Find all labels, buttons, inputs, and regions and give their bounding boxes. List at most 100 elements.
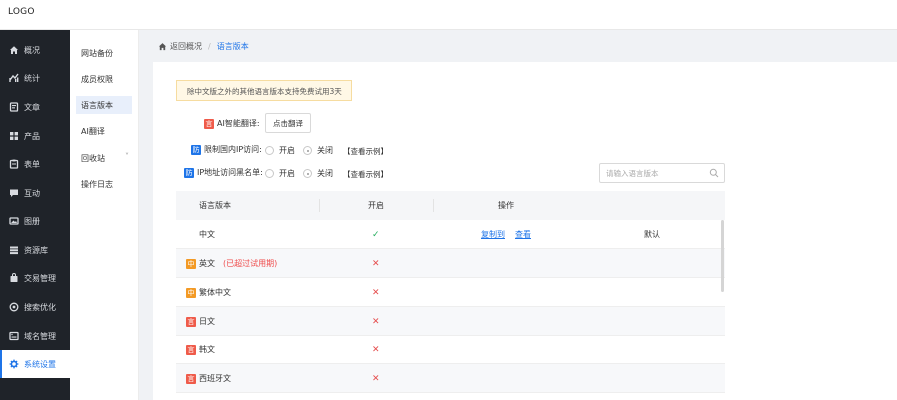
table-row: 言 西班牙文 ✕ [176, 364, 725, 393]
radio-circle-icon [265, 169, 274, 178]
sidebar-item-overview[interactable]: 概况 [0, 36, 70, 64]
radio-circle-icon [303, 169, 312, 178]
column-header-language: 语言版本 [199, 201, 231, 210]
shield-badge-icon: 防 [191, 144, 201, 155]
subnav-item-logs[interactable]: 操作日志 [76, 175, 132, 193]
column-header-enabled: 开启 [368, 201, 384, 210]
table-row: 中 英文 (已超过试用期) ✕ [176, 249, 725, 278]
radio-circle-icon [303, 146, 312, 155]
form-icon [9, 159, 19, 169]
sidebar-item-product[interactable]: 产品 [0, 122, 70, 150]
language-table: 语言版本 开启 操作 中文 ✓ 复制到 查看 默认 中 英文 (已超过试用期) … [176, 191, 725, 400]
breadcrumb-current: 语言版本 [216, 41, 249, 51]
sidebar-item-label: 统计 [24, 73, 40, 83]
language-search [599, 163, 725, 183]
trade-icon [9, 273, 19, 283]
column-header-actions: 操作 [498, 201, 514, 210]
ip-blacklist-on-radio[interactable]: 开启 [265, 168, 295, 179]
ip-limit-example-link[interactable]: 【查看示例】 [343, 146, 388, 157]
search-input[interactable] [600, 164, 704, 182]
sidebar-item-resources[interactable]: 资源库 [0, 236, 70, 264]
table-header: 语言版本 开启 操作 [176, 191, 725, 220]
column-divider [319, 199, 320, 212]
subnav-item-language[interactable]: 语言版本 [76, 96, 132, 114]
column-divider [433, 199, 434, 212]
view-link[interactable]: 查看 [515, 229, 531, 240]
breadcrumb-separator: / [208, 41, 211, 51]
language-cell: 中 英文 (已超过试用期) [186, 249, 277, 278]
language-badge-icon: 言 [186, 344, 196, 355]
product-icon [9, 131, 19, 141]
article-icon [9, 102, 19, 112]
copy-to-link[interactable]: 复制到 [481, 229, 505, 240]
sidebar-item-trade[interactable]: 交易管理 [0, 264, 70, 292]
language-badge-icon: 中 [186, 258, 196, 269]
subnav-item-members[interactable]: 成员权限 [76, 70, 132, 88]
trial-notice: 除中文版之外的其他语言版本支持免费试用3天 [176, 80, 352, 101]
subnav-item-backup[interactable]: 网站备份 [76, 44, 132, 62]
radio-label: 开启 [279, 146, 295, 155]
sidebar-item-album[interactable]: 图册 [0, 207, 70, 235]
ip-limit-on-radio[interactable]: 开启 [265, 145, 295, 156]
stats-icon [9, 73, 19, 83]
sidebar-item-label: 概况 [24, 45, 40, 55]
subnav-item-ai-translate[interactable]: AI翻译 [76, 122, 132, 140]
table-row: 中文 ✓ 复制到 查看 默认 [176, 220, 725, 249]
radio-label: 开启 [279, 169, 295, 178]
ai-translate-text: AI智能翻译: [217, 119, 260, 128]
sidebar-item-interaction[interactable]: 互动 [0, 179, 70, 207]
default-label: 默认 [644, 230, 660, 239]
sidebar-item-form[interactable]: 表单 [0, 150, 70, 178]
sidebar-item-article[interactable]: 文章 [0, 93, 70, 121]
language-name: 繁体中文 [199, 288, 231, 297]
sidebar-item-label: 域名管理 [24, 331, 56, 341]
ip-blacklist-text: IP地址访问黑名单: [197, 168, 263, 177]
sidebar-item-label: 表单 [24, 159, 40, 169]
gear-icon [9, 359, 19, 369]
ip-limit-off-radio[interactable]: 关闭 [303, 145, 333, 156]
sidebar-item-label: 图册 [24, 216, 40, 226]
breadcrumb-back-link[interactable]: 返回概况 [170, 41, 202, 52]
sidebar-item-domain[interactable]: 域名管理 [0, 322, 70, 350]
check-icon: ✓ [372, 229, 380, 240]
table-scrollbar[interactable] [721, 220, 724, 292]
subnav-item-recycle-bin[interactable]: 回收站 ˅ [76, 149, 132, 167]
logo: LOGO [8, 7, 35, 17]
language-name: 中文 [199, 230, 215, 239]
seo-icon [9, 302, 19, 312]
close-icon: ✕ [372, 344, 380, 355]
breadcrumb: 返回概况 / 语言版本 [158, 40, 249, 52]
translate-button[interactable]: 点击翻译 [265, 113, 311, 133]
ip-blacklist-example-link[interactable]: 【查看示例】 [343, 169, 388, 180]
sidebar-item-system-settings[interactable]: 系统设置 [0, 350, 70, 378]
ip-limit-label: 防 限制国内IP访问: [191, 144, 262, 155]
ip-blacklist-off-radio[interactable]: 关闭 [303, 168, 333, 179]
sidebar-item-label: 产品 [24, 131, 40, 141]
language-name: 西班牙文 [199, 374, 231, 383]
ip-blacklist-label: 防 IP地址访问黑名单: [184, 167, 263, 178]
language-badge-icon: 言 [186, 373, 196, 384]
sidebar-item-seo[interactable]: 搜索优化 [0, 293, 70, 321]
album-icon [9, 216, 19, 226]
subnav-item-label: 回收站 [81, 153, 105, 163]
ai-translate-label: 言 AI智能翻译: [204, 118, 260, 129]
sidebar-item-stats[interactable]: 统计 [0, 64, 70, 92]
table-row: 言 日文 ✕ [176, 307, 725, 336]
language-cell: 言 韩文 [186, 335, 215, 364]
home-icon [158, 42, 167, 51]
language-badge-icon: 言 [186, 316, 196, 327]
language-cell: 中 繁体中文 [186, 278, 231, 307]
table-row: 中 繁体中文 ✕ [176, 278, 725, 307]
sidebar: 概况 统计 文章 产品 表单 互动 图册 资源库 交易管理 搜索优化 域名管理 [0, 30, 70, 400]
chevron-down-icon: ˅ [125, 152, 129, 161]
shield-badge-icon: 防 [184, 167, 194, 178]
row-actions: 复制到 查看 [481, 220, 541, 249]
chat-icon [9, 188, 19, 198]
close-icon: ✕ [372, 316, 380, 327]
language-badge-icon: 中 [186, 287, 196, 298]
domain-icon [9, 331, 19, 341]
table-row: 言 韩文 ✕ [176, 335, 725, 364]
sidebar-item-label: 交易管理 [24, 273, 56, 283]
language-name: 韩文 [199, 345, 215, 354]
search-icon[interactable] [709, 168, 719, 178]
